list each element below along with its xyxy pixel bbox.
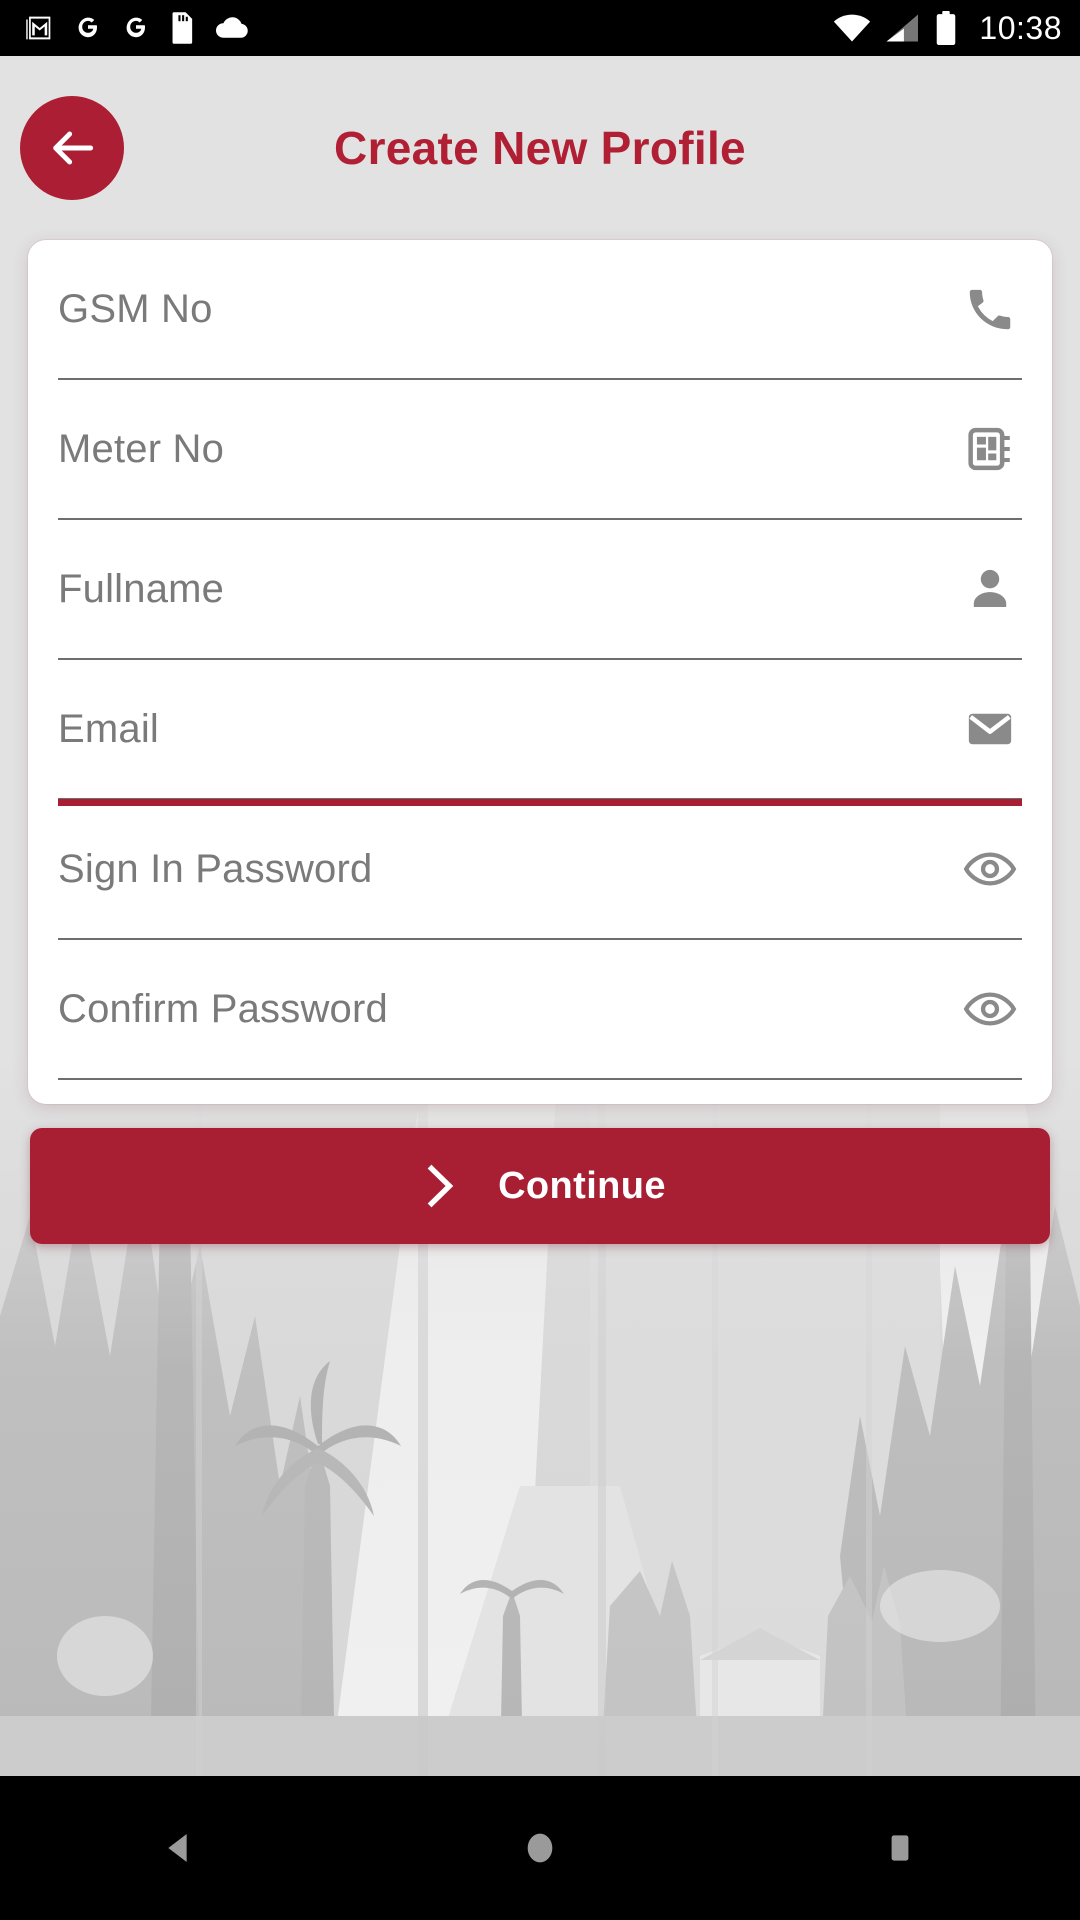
person-icon (958, 557, 1022, 621)
eye-icon[interactable] (958, 837, 1022, 901)
create-profile-form-card: GSM No Meter No Fullname Email Sign In P… (28, 240, 1052, 1104)
status-bar-clock: 10:38 (979, 9, 1062, 46)
phone-screen: 10:38 Create New Profile GSM No Meter No (0, 0, 1080, 1920)
recents-square-icon (891, 1835, 909, 1861)
back-triangle-icon (168, 1834, 187, 1862)
google-icon (126, 17, 145, 38)
continue-button[interactable]: Continue (30, 1128, 1050, 1244)
continue-button-label: Continue (498, 1164, 666, 1207)
status-bar: 10:38 (0, 0, 1080, 56)
continue-button-container: Continue (28, 1128, 1052, 1244)
field-email[interactable]: Email (58, 660, 1022, 806)
field-signin-password[interactable]: Sign In Password (58, 800, 1022, 940)
field-confirm-password[interactable]: Confirm Password (58, 940, 1022, 1080)
android-navigation-bar (0, 1776, 1080, 1920)
page-title: Create New Profile (334, 122, 746, 174)
field-label-email: Email (58, 706, 160, 751)
field-label-signin-password: Sign In Password (58, 846, 373, 891)
gmail-icon (26, 16, 51, 40)
chevron-right-icon (427, 1164, 454, 1208)
wifi-icon (834, 14, 871, 42)
envelope-icon (958, 697, 1022, 761)
meter-icon (958, 417, 1022, 481)
sd-card-icon (172, 12, 193, 44)
cloud-icon (216, 17, 248, 38)
nav-recents-button[interactable] (830, 1776, 970, 1920)
arrow-left-icon (53, 131, 94, 165)
app-header: Create New Profile (0, 56, 1080, 240)
home-circle-icon (527, 1833, 553, 1863)
phone-icon (958, 277, 1022, 341)
google-icon (78, 17, 97, 38)
cellular-signal-icon (886, 14, 919, 42)
field-label-gsm-no: GSM No (58, 286, 213, 331)
status-bar-notification-icons (22, 11, 250, 45)
back-button[interactable] (20, 96, 124, 200)
field-fullname[interactable]: Fullname (58, 520, 1022, 660)
field-label-confirm-password: Confirm Password (58, 986, 388, 1031)
battery-icon (937, 11, 956, 45)
nav-back-button[interactable] (110, 1776, 250, 1920)
field-meter-no[interactable]: Meter No (58, 380, 1022, 520)
nav-home-button[interactable] (470, 1776, 610, 1920)
field-label-fullname: Fullname (58, 566, 225, 611)
field-label-meter-no: Meter No (58, 426, 225, 471)
field-gsm-no[interactable]: GSM No (58, 240, 1022, 380)
eye-icon[interactable] (958, 977, 1022, 1041)
status-bar-system-icons: 10:38 (833, 10, 1062, 47)
